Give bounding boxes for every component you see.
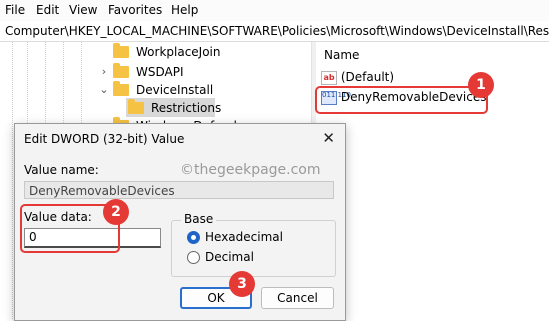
annotation-badge-3: 3	[229, 271, 255, 297]
folder-icon	[113, 63, 129, 78]
close-icon[interactable]: ✕	[322, 129, 335, 147]
menu-view[interactable]: View	[69, 3, 97, 17]
address-path: Computer\HKEY_LOCAL_MACHINE\SOFTWARE\Pol…	[5, 24, 549, 38]
value-name-label: Value name:	[24, 163, 99, 177]
value-name-label: (Default)	[340, 70, 395, 84]
menu-help[interactable]: Help	[171, 3, 198, 17]
column-header-name[interactable]: Name	[324, 48, 359, 62]
chevron-down-icon[interactable]: ⌄	[98, 80, 110, 100]
tree-item-label: WorkplaceJoin	[136, 45, 221, 59]
values-pane: Name ab (Default) 011 110 DenyRemovableD…	[316, 42, 549, 319]
tree-item-restrictions[interactable]: Restrictions	[110, 98, 260, 118]
base-groupbox	[171, 220, 336, 277]
tree-item-workplacejoin[interactable]: WorkplaceJoin	[95, 42, 305, 62]
tree-item-deviceinstall[interactable]: ⌄ DeviceInstall	[95, 80, 305, 100]
value-name-field: DenyRemovableDevices	[24, 181, 334, 199]
base-label: Base	[181, 212, 217, 226]
folder-icon	[113, 81, 129, 96]
tree-guide-line	[12, 42, 13, 319]
value-row-default[interactable]: ab (Default)	[321, 67, 394, 87]
watermark: ©thegeekpage.com	[180, 162, 321, 178]
annotation-highlight-value	[315, 86, 488, 114]
tree-item-label: DeviceInstall	[136, 83, 214, 97]
tree-item-wsdapi[interactable]: › WSDAPI	[95, 62, 305, 82]
cancel-button[interactable]: Cancel	[261, 287, 334, 309]
menu-file[interactable]: File	[5, 3, 25, 17]
menu-edit[interactable]: Edit	[36, 3, 59, 17]
chevron-right-icon[interactable]: ›	[98, 62, 110, 82]
string-value-icon: ab	[321, 70, 337, 85]
dialog-title: Edit DWORD (32-bit) Value	[24, 132, 185, 146]
annotation-badge-1: 1	[468, 72, 494, 98]
hexadecimal-radio[interactable]	[187, 231, 200, 244]
menu-bar: File Edit View Favorites Help	[0, 0, 549, 22]
hexadecimal-label[interactable]: Hexadecimal	[205, 230, 283, 244]
address-bar[interactable]: Computer\HKEY_LOCAL_MACHINE\SOFTWARE\Pol…	[0, 21, 549, 42]
tree-item-label: WSDAPI	[136, 65, 184, 79]
folder-icon	[113, 43, 129, 58]
folder-icon	[128, 99, 144, 114]
decimal-radio[interactable]	[187, 251, 200, 264]
annotation-badge-2: 2	[103, 199, 129, 225]
menu-favorites[interactable]: Favorites	[108, 3, 162, 17]
tree-item-label: Restrictions	[151, 101, 222, 115]
decimal-label[interactable]: Decimal	[205, 250, 254, 264]
